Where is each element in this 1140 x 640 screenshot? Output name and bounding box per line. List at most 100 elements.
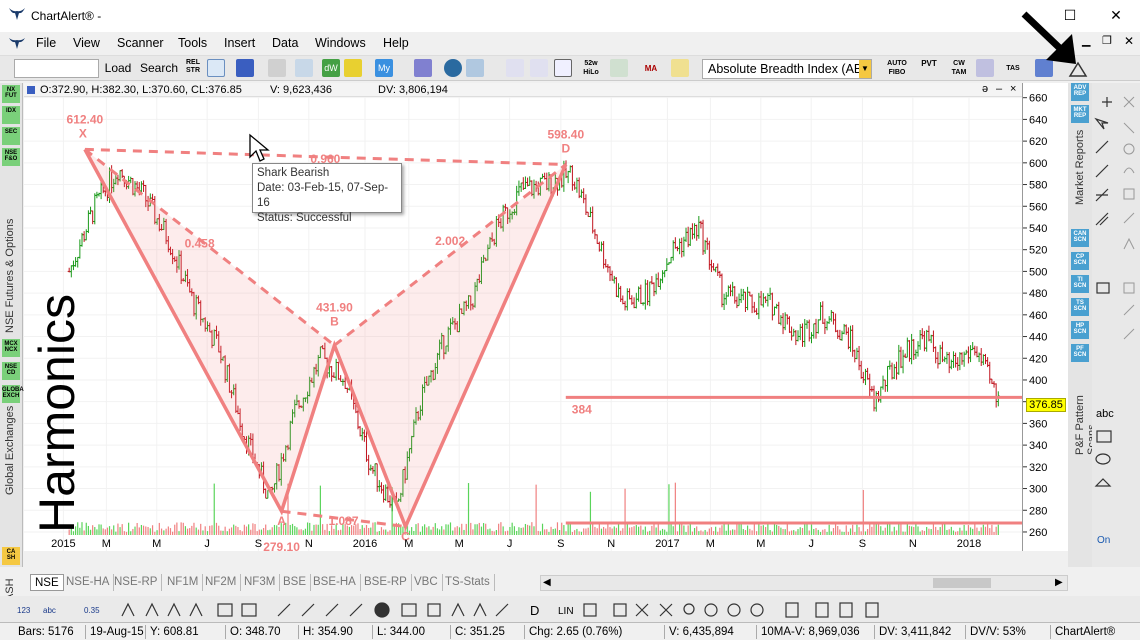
bar-chart-icon[interactable] <box>530 59 548 77</box>
layers-icon[interactable] <box>976 59 994 77</box>
chart-type-icon[interactable] <box>506 59 524 77</box>
compare-icon[interactable] <box>610 59 628 77</box>
global-exchanges-label[interactable]: Global Exchanges <box>4 405 16 495</box>
cp-scn-button[interactable]: CP SCN <box>1071 252 1089 270</box>
grid-toggle-icon[interactable] <box>583 603 597 617</box>
tab-nse[interactable]: NSE <box>30 574 64 591</box>
mcx-ncx-button[interactable]: MCX NCX <box>2 339 20 357</box>
can-scn-button[interactable]: CAN SCN <box>1071 229 1089 247</box>
wave3-icon[interactable] <box>167 602 181 617</box>
ellipse-icon[interactable] <box>1095 453 1111 465</box>
abc-line-icon[interactable] <box>495 603 509 617</box>
print-preview-icon[interactable] <box>295 59 313 77</box>
nx-fut-button[interactable]: NX FUT <box>2 85 20 103</box>
parallel-icon[interactable] <box>1095 212 1109 226</box>
text-tool-icon[interactable]: abc <box>1096 408 1114 420</box>
pivot-button[interactable]: PVT <box>918 58 940 79</box>
tab-ts-stats[interactable]: TS-Stats <box>441 574 495 591</box>
market-reports-label[interactable]: Market Reports <box>1074 125 1086 205</box>
price-chart[interactable]: X 612.40 A 279.10 B 431.90 C D 598.40 0.960 0.458 2… <box>24 83 1022 551</box>
chart-minimize-icon[interactable]: – <box>996 83 1002 95</box>
horizontal-scrollbar[interactable]: ◀ ▶ <box>540 575 1068 591</box>
chart-close-icon[interactable]: × <box>1010 83 1016 95</box>
collapse-icon[interactable] <box>659 603 673 617</box>
tool-angle-icon[interactable] <box>1123 304 1135 316</box>
wave2-icon[interactable] <box>145 602 159 617</box>
print-icon[interactable] <box>268 59 286 77</box>
scroll-right-icon[interactable]: ▶ <box>1055 577 1063 588</box>
idx-button[interactable]: IDX <box>2 106 20 124</box>
menu-scanner[interactable]: Scanner <box>117 36 164 50</box>
doc2-icon[interactable] <box>815 602 829 618</box>
indicator-icon[interactable] <box>671 59 689 77</box>
nse-cd-button[interactable]: NSE CD <box>2 362 20 380</box>
adv-rep-button[interactable]: ADV REP <box>1071 83 1089 101</box>
tool-fan-icon[interactable] <box>1123 212 1135 224</box>
bars-035-icon[interactable]: 0.35 <box>84 606 100 615</box>
scroll-left-icon[interactable]: ◀ <box>543 577 551 588</box>
ti-scn-button[interactable]: TI SCN <box>1071 275 1089 293</box>
nse-futures-label[interactable]: NSE Futures & Options <box>4 173 16 333</box>
menu-view[interactable]: View <box>73 36 100 50</box>
indicator-dropdown[interactable]: Absolute Breadth Index (AB ▼ <box>702 59 872 79</box>
global-exch-button[interactable]: GLOBAL EXCH <box>2 385 27 403</box>
tab-vbc[interactable]: VBC <box>410 574 443 591</box>
scroll-thumb[interactable] <box>933 578 991 588</box>
chart-canvas[interactable]: X612.40A279.10B431.90CD598.400.9600.458 2… <box>24 83 1022 551</box>
globe-icon[interactable] <box>444 59 462 77</box>
menu-windows[interactable]: Windows <box>315 36 366 50</box>
tool-box-icon[interactable] <box>1123 188 1135 200</box>
my-icon[interactable]: My <box>375 59 393 77</box>
close-icon[interactable]: ✕ <box>1101 4 1131 26</box>
fib4-icon[interactable] <box>349 603 363 617</box>
on-toggle-icon[interactable]: On <box>1097 535 1110 546</box>
doc-icon[interactable] <box>785 602 799 618</box>
tool-grid-icon[interactable] <box>1123 96 1135 108</box>
refresh-icon[interactable] <box>750 603 764 617</box>
ts-scn-button[interactable]: TS SCN <box>1071 298 1089 316</box>
doc3-icon[interactable] <box>839 602 853 618</box>
rel-str-button[interactable]: REL STR <box>183 58 203 79</box>
record-icon[interactable] <box>374 602 390 618</box>
bar-icon[interactable] <box>401 603 417 617</box>
lin-scale-icon[interactable]: LIN <box>558 606 574 617</box>
fib3-icon[interactable] <box>325 603 339 617</box>
crosshair-icon[interactable] <box>1102 97 1112 107</box>
52w-hilo-button[interactable]: 52w HiLo <box>580 58 602 79</box>
chart-box-icon[interactable] <box>217 603 233 617</box>
tab-bse-ha[interactable]: BSE-HA <box>309 574 361 591</box>
cash-button[interactable]: CA SH <box>2 547 20 565</box>
auto-fibo-button[interactable]: AUTO FIBO <box>886 58 908 79</box>
tab-bse-rp[interactable]: BSE-RP <box>360 574 412 591</box>
tool-pitch-icon[interactable] <box>1123 237 1135 250</box>
fib2-icon[interactable] <box>301 603 315 617</box>
tab-nf3m[interactable]: NF3M <box>240 574 281 591</box>
ray-icon[interactable] <box>1095 164 1109 178</box>
cw-tam-button[interactable]: CW TAM <box>948 58 970 79</box>
fill-icon[interactable] <box>427 603 441 617</box>
chevron-down-icon[interactable]: ▼ <box>859 60 871 78</box>
peak-icon[interactable] <box>451 602 465 617</box>
wave-icon[interactable] <box>121 602 135 617</box>
zoom-out-icon[interactable] <box>704 603 718 617</box>
tab-nf1m[interactable]: NF1M <box>163 574 204 591</box>
symbol-input[interactable] <box>14 59 99 78</box>
pointer-icon[interactable] <box>1094 117 1109 130</box>
wave4-icon[interactable] <box>189 602 203 617</box>
tool-line2-icon[interactable] <box>1123 122 1135 134</box>
triangle-tool-icon[interactable] <box>1094 478 1112 487</box>
chart-button-icon[interactable] <box>207 59 225 77</box>
tool-circle-icon[interactable] <box>1123 143 1135 155</box>
chart-box2-icon[interactable] <box>241 603 257 617</box>
zoom-in-icon[interactable] <box>727 603 741 617</box>
search-button[interactable]: Search <box>139 58 179 79</box>
tool-arc-icon[interactable] <box>1123 167 1135 174</box>
chart-options-icon[interactable]: ə <box>982 83 988 95</box>
mkt-rep-button[interactable]: MKT REP <box>1071 105 1089 123</box>
mdi-restore-icon[interactable]: ❐ <box>1102 34 1112 47</box>
tab-nse-rp[interactable]: NSE-RP <box>110 574 163 591</box>
mdi-close-icon[interactable]: ✕ <box>1124 34 1134 48</box>
pf-scn-button[interactable]: PF SCN <box>1071 344 1089 362</box>
rectangle-tool-icon[interactable] <box>1096 282 1110 294</box>
ma-button[interactable]: MA <box>642 58 660 79</box>
